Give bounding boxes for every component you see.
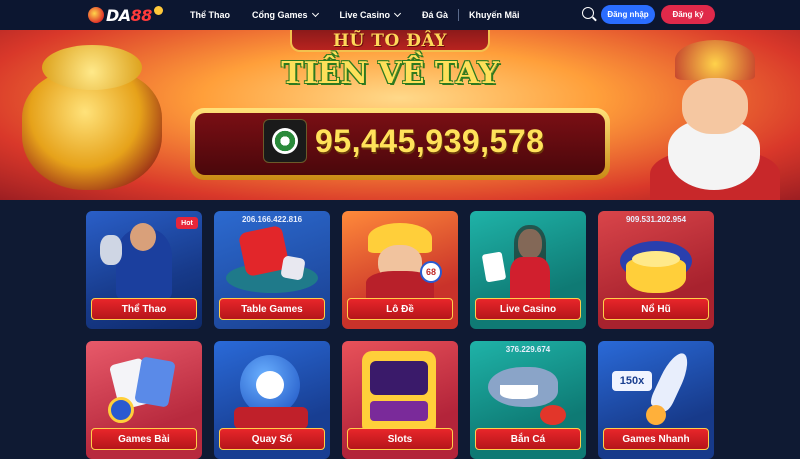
banner-title-top: HŨ TO ĐÂY — [332, 31, 448, 51]
login-button[interactable]: Đăng nhập — [601, 5, 655, 24]
search-icon[interactable] — [582, 7, 597, 22]
table-games-counter: 206.166.422.816 — [241, 215, 303, 224]
game-card-label: Thể Thao — [91, 298, 197, 320]
nav-divider — [458, 9, 460, 21]
top-navbar: DA88 Thể Thao Cổng Games Live Casino Đá … — [0, 0, 800, 30]
game-card-the-thao[interactable]: Hot Thể Thao — [86, 211, 202, 329]
game-card-label: Slots — [347, 428, 453, 450]
fortune-god-illustration — [640, 40, 790, 200]
jackpot-value: 95,445,939,578 — [315, 123, 545, 159]
nav-live-casino[interactable]: Live Casino — [340, 9, 402, 20]
game-card-label: Lô Đề — [347, 298, 453, 320]
game-card-label: Games Nhanh — [603, 428, 709, 450]
jackpot-counter: 95,445,939,578 — [190, 108, 610, 180]
game-card-games-bai[interactable]: Games Bài — [86, 341, 202, 459]
chevron-down-icon — [393, 9, 402, 18]
nav-cong-games[interactable]: Cổng Games — [252, 9, 319, 20]
hot-badge: Hot — [176, 217, 198, 229]
lantern-icon — [88, 7, 104, 23]
da88-logo[interactable]: DA88 — [88, 4, 163, 26]
nav-da-ga[interactable]: Đá Gà — [422, 10, 448, 20]
nav-khuyen-mai[interactable]: Khuyến Mãi — [469, 10, 520, 20]
apricot-blossom-icon — [153, 5, 163, 15]
game-card-ban-ca[interactable]: 376.229.674 Bắn Cá — [470, 341, 586, 459]
no-hu-counter: 909.531.202.954 — [625, 215, 687, 224]
register-button[interactable]: Đăng ký — [661, 5, 715, 24]
banner-title-main: TIỀN VỀ TAY — [281, 56, 499, 91]
game-card-no-hu[interactable]: 909.531.202.954 Nổ Hũ — [598, 211, 714, 329]
game-card-label: Nổ Hũ — [603, 298, 709, 320]
casino-chip-icon — [263, 119, 307, 163]
game-card-slots[interactable]: Slots — [342, 341, 458, 459]
ban-ca-counter: 376.229.674 — [505, 345, 551, 354]
game-card-quay-so[interactable]: Quay Số — [214, 341, 330, 459]
chevron-down-icon — [311, 9, 319, 18]
main-nav: Thể Thao Cổng Games Live Casino Đá Gà Kh… — [190, 0, 542, 30]
multiplier-badge: 150x — [612, 371, 652, 391]
lottery-ball: 68 — [420, 261, 442, 283]
game-card-label: Live Casino — [475, 298, 581, 320]
game-card-label: Quay Số — [219, 428, 325, 450]
game-card-label: Table Games — [219, 298, 325, 320]
nav-the-thao[interactable]: Thể Thao — [190, 10, 230, 20]
game-card-table-games[interactable]: 206.166.422.816 Table Games — [214, 211, 330, 329]
logo-text: DA88 — [106, 5, 152, 25]
gold-pot-illustration — [22, 45, 162, 190]
game-card-label: Bắn Cá — [475, 428, 581, 450]
jackpot-banner[interactable]: HŨ TO ĐÂY TIỀN VỀ TAY 95,445,939,578 — [0, 30, 800, 200]
game-card-label: Games Bài — [91, 428, 197, 450]
game-card-live-casino[interactable]: Live Casino — [470, 211, 586, 329]
game-card-lo-de[interactable]: 68 Lô Đề — [342, 211, 458, 329]
game-card-games-nhanh[interactable]: 150x Games Nhanh — [598, 341, 714, 459]
